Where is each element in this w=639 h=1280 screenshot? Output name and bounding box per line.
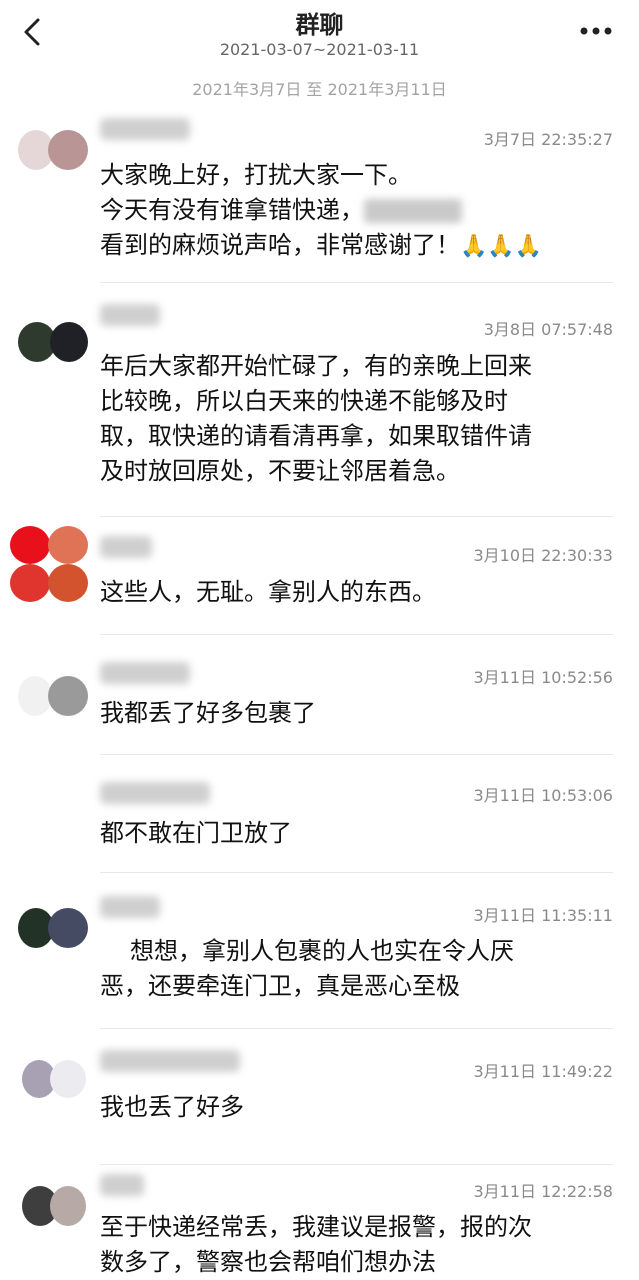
avatar[interactable]: [18, 120, 90, 192]
message-time: 3月8日 07:57:48: [483, 320, 613, 339]
message-line: 取，取快递的请看清再拿，如果取错件请: [100, 422, 532, 450]
message-item: 3月10日 22:30:33 这些人，无耻。拿别人的东西。: [0, 516, 639, 634]
sender-name-redacted: [100, 1174, 144, 1196]
sender-name-redacted: [100, 536, 152, 558]
message-line: 比较晚，所以白天来的快递不能够及时: [100, 387, 508, 415]
sender-name-redacted: [100, 662, 190, 684]
divider: [100, 634, 613, 635]
message-line: 大家晚上好，打扰大家一下。: [100, 161, 412, 189]
message-line: 都不敢在门卫放了: [100, 819, 292, 847]
message-line: 这些人，无耻。拿别人的东西。: [100, 578, 436, 606]
avatar[interactable]: [18, 312, 90, 384]
divider: [100, 516, 613, 517]
message-item: 3月11日 10:53:06 都不敢在门卫放了: [0, 754, 639, 870]
message-item: 3月11日 11:49:22 我也丢了好多: [0, 1028, 639, 1162]
sender-name-redacted: [100, 896, 160, 918]
message-item: 3月11日 10:52:56 我都丢了好多包裹了: [0, 634, 639, 752]
avatar[interactable]: [10, 524, 90, 602]
sender-name-redacted: [100, 118, 190, 140]
message-text: 这些人，无耻。拿别人的东西。: [100, 575, 613, 610]
message-time: 3月11日 11:49:22: [473, 1062, 614, 1081]
pray-emoji: 🙏🙏🙏: [460, 234, 543, 259]
message-text: 我也丢了好多: [100, 1090, 613, 1125]
message-line: 数多了，警察也会帮咱们想办法: [100, 1248, 436, 1276]
date-range-label: 2021年3月7日 至 2021年3月11日: [192, 80, 447, 99]
message-line: 今天有没有谁拿错快递，: [100, 196, 364, 224]
message-text: 想想，拿别人包裹的人也实在令人厌 恶，还要牵连门卫，真是恶心至极: [100, 934, 613, 1004]
more-dots-icon: [580, 27, 612, 35]
message-item: 3月7日 22:35:27 大家晚上好，打扰大家一下。 今天有没有谁拿错快递， …: [0, 100, 639, 280]
page-title: 群聊: [295, 11, 344, 39]
sender-name-redacted: [100, 782, 210, 804]
sender-name-redacted: [100, 1050, 240, 1072]
message-line: 至于快递经常丢，我建议是报警，报的次: [100, 1213, 532, 1241]
avatar[interactable]: [18, 1176, 90, 1248]
page-subtitle: 2021-03-07~2021-03-11: [219, 40, 420, 59]
divider: [100, 872, 613, 873]
divider: [100, 1028, 613, 1029]
redacted-text: [364, 199, 462, 223]
sender-name-redacted: [100, 304, 160, 326]
message-time: 3月10日 22:30:33: [473, 546, 614, 565]
message-item: 3月11日 12:22:58 至于快递经常丢，我建议是报警，报的次 数多了，警察…: [0, 1164, 639, 1280]
message-item: 3月8日 07:57:48 年后大家都开始忙碌了，有的亲晚上回来 比较晚，所以白…: [0, 282, 639, 512]
message-item: 3月11日 11:35:11 想想，拿别人包裹的人也实在令人厌 恶，还要牵连门卫…: [0, 872, 639, 1026]
message-text: 年后大家都开始忙碌了，有的亲晚上回来 比较晚，所以白天来的快递不能够及时 取，取…: [100, 349, 613, 489]
message-line: 年后大家都开始忙碌了，有的亲晚上回来: [100, 352, 532, 380]
more-button[interactable]: [574, 16, 618, 46]
message-text: 我都丢了好多包裹了: [100, 696, 613, 731]
message-time: 3月11日 10:53:06: [473, 786, 614, 805]
message-text: 都不敢在门卫放了: [100, 816, 613, 851]
message-line: 我都丢了好多包裹了: [100, 699, 316, 727]
divider: [100, 1164, 613, 1165]
divider: [100, 754, 613, 755]
avatar[interactable]: [18, 664, 90, 736]
message-line: 恶，还要牵连门卫，真是恶心至极: [100, 972, 460, 1000]
message-time: 3月11日 10:52:56: [473, 668, 614, 687]
message-line: 看到的麻烦说声哈，非常感谢了！: [100, 231, 460, 259]
message-time: 3月7日 22:35:27: [483, 130, 613, 149]
message-time: 3月11日 12:22:58: [473, 1182, 614, 1201]
message-line: 想想，拿别人包裹的人也实在令人厌: [130, 937, 514, 965]
avatar[interactable]: [18, 898, 90, 970]
avatar[interactable]: [18, 1050, 90, 1122]
message-line: 我也丢了好多: [100, 1093, 244, 1121]
message-time: 3月11日 11:35:11: [473, 906, 614, 925]
message-text: 大家晚上好，打扰大家一下。 今天有没有谁拿错快递， 看到的麻烦说声哈，非常感谢了…: [100, 158, 613, 264]
divider: [100, 282, 613, 283]
message-text: 至于快递经常丢，我建议是报警，报的次 数多了，警察也会帮咱们想办法: [100, 1210, 613, 1280]
message-line: 及时放回原处，不要让邻居着急。: [100, 457, 460, 485]
